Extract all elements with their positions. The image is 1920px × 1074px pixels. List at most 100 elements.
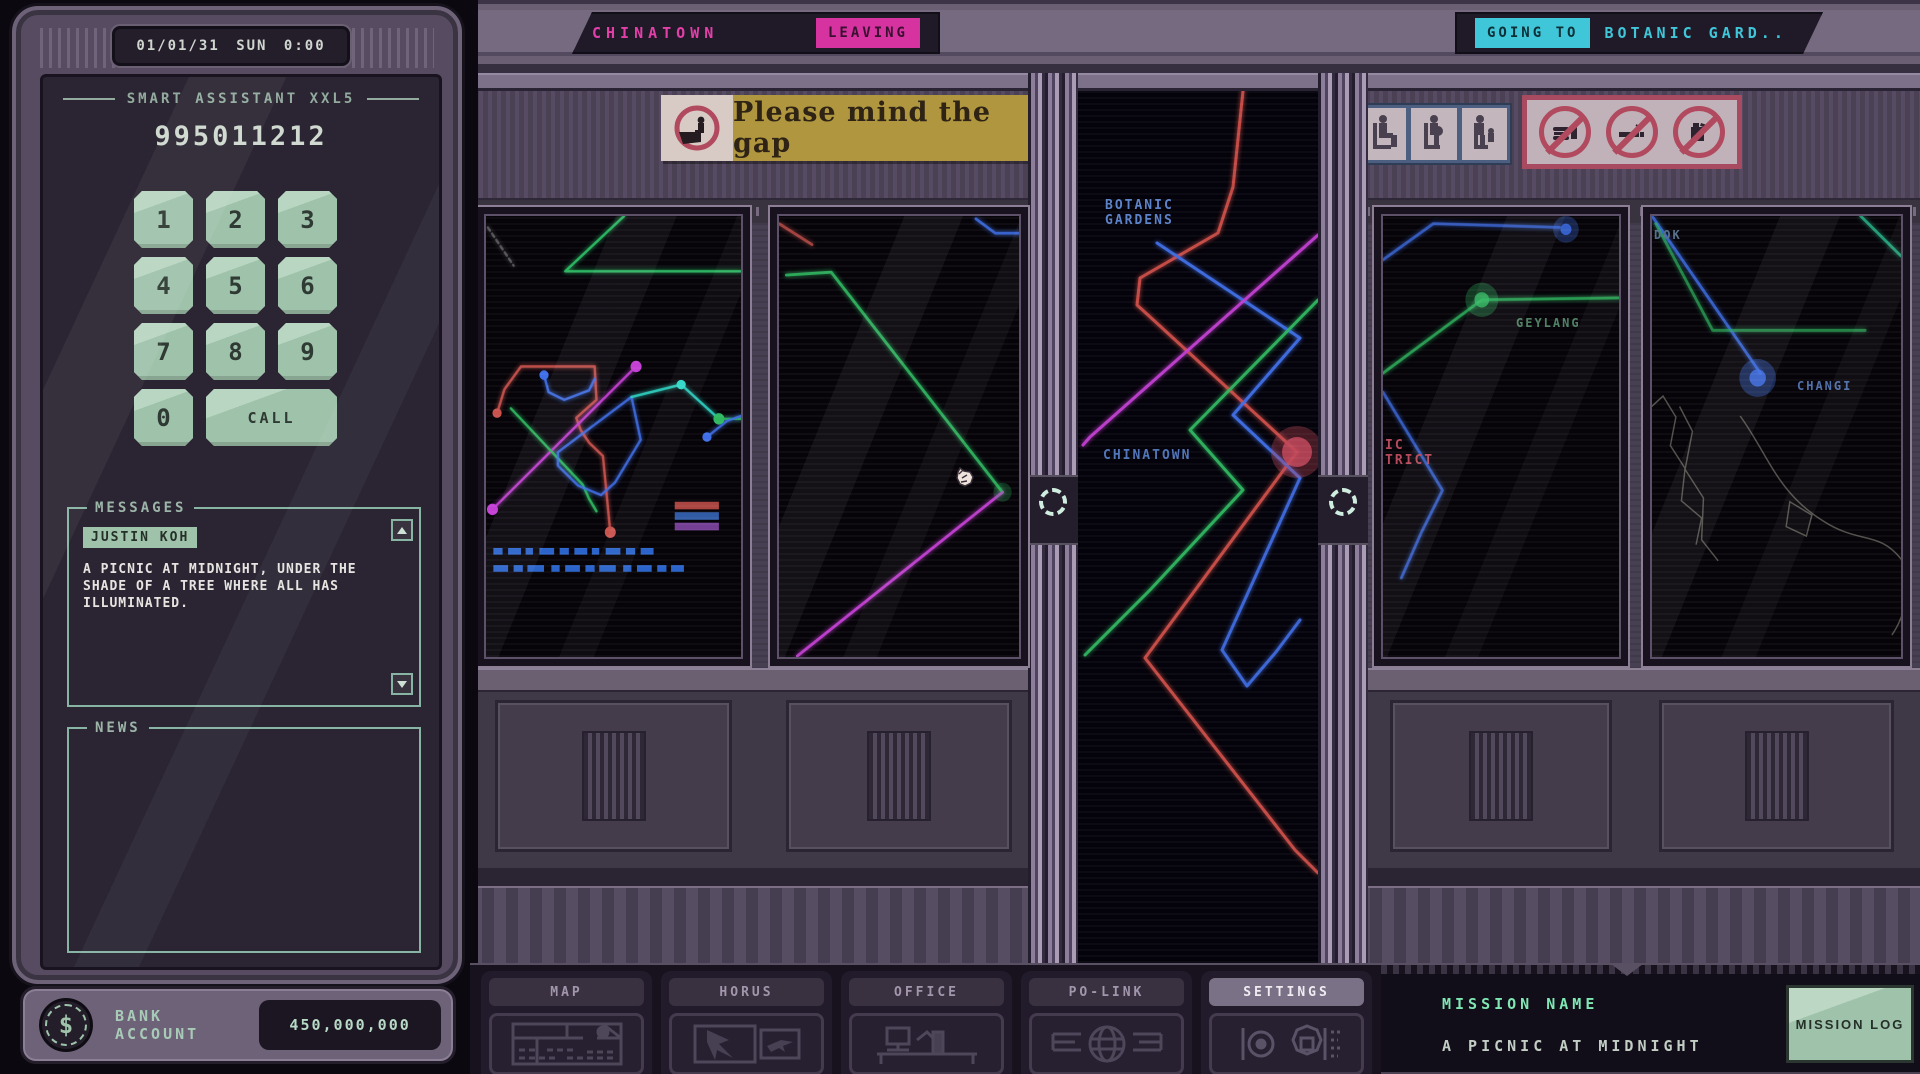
map-station-label-geylang: GEYLANG xyxy=(1516,316,1581,330)
chevron-down-icon xyxy=(397,681,407,688)
no-eating-icon xyxy=(1539,106,1591,158)
keypad-9[interactable]: 9 xyxy=(278,323,337,380)
keypad-6[interactable]: 6 xyxy=(278,257,337,314)
train-door-right xyxy=(1318,73,1368,963)
toolbar-button-map[interactable]: MAP xyxy=(481,971,652,1074)
settings-icon xyxy=(1209,1013,1364,1074)
mission-name: A PICNIC AT MIDNIGHT xyxy=(1442,1037,1703,1055)
keypad-3[interactable]: 3 xyxy=(278,191,337,248)
keypad-8[interactable]: 8 xyxy=(206,323,265,380)
messages-title: MESSAGES xyxy=(87,500,194,516)
map-icon xyxy=(489,1013,644,1074)
no-smoking-icon xyxy=(1606,106,1658,158)
map-button-label: MAP xyxy=(489,978,644,1006)
vent-grille xyxy=(1469,731,1533,821)
mind-the-gap-sign: Please mind the gap xyxy=(661,95,1045,161)
mind-the-gap-icon xyxy=(661,95,733,161)
train-door-left xyxy=(1028,73,1078,963)
dollar-symbol: $ xyxy=(59,1011,73,1039)
current-station-label: CHINATOWN xyxy=(592,24,718,42)
smart-assistant-panel: 01/01/31 SUN 0:00 SMART ASSISTANT XXL5 9… xyxy=(0,0,478,1074)
messages-box: MESSAGES JUSTIN KOH A PICNIC AT MIDNIGHT… xyxy=(67,507,421,707)
neon-metro-lines xyxy=(1383,216,1619,657)
bottom-toolbar: MAP HORUS OFFICE xyxy=(470,963,1920,1074)
phone-title: SMART ASSISTANT XXL5 xyxy=(43,91,439,107)
priority-seat-signs xyxy=(1356,103,1512,165)
keypad-4[interactable]: 4 xyxy=(134,257,193,314)
wall-panel xyxy=(786,700,1012,852)
bank-account-bar: $ BANK ACCOUNT 450,000,000 xyxy=(20,986,456,1064)
map-station-label-partial: DOK xyxy=(1654,228,1682,242)
current-station-sign: CHINATOWN LEAVING xyxy=(572,12,940,54)
news-box: NEWS xyxy=(67,727,421,953)
priority-seat-pregnant-icon xyxy=(1411,108,1456,160)
keypad-0[interactable]: 0 xyxy=(134,389,193,446)
map-station-label-civic-district-partial: IC TRICT xyxy=(1385,438,1434,468)
keypad-1[interactable]: 1 xyxy=(134,191,193,248)
between-cars-map-view: BOTANIC GARDENS CHINATOWN xyxy=(1078,91,1318,963)
keypad-2[interactable]: 2 xyxy=(206,191,265,248)
toolbar-button-settings[interactable]: SETTINGS xyxy=(1201,971,1372,1074)
po-link-button-label: PO-LINK xyxy=(1029,978,1184,1006)
office-icon xyxy=(849,1013,1004,1074)
office-button-label: OFFICE xyxy=(849,978,1004,1006)
phone-body: 01/01/31 SUN 0:00 SMART ASSISTANT XXL5 9… xyxy=(12,6,462,984)
train-window-4: DOK CHANGI xyxy=(1641,205,1912,668)
prohibition-signs xyxy=(1522,95,1742,169)
train-top-strip: CHINATOWN LEAVING GOING TO BOTANIC GARD.… xyxy=(470,0,1920,73)
leaving-status-badge: LEAVING xyxy=(816,18,920,48)
keypad-5[interactable]: 5 xyxy=(206,257,265,314)
keypad-7[interactable]: 7 xyxy=(134,323,193,380)
horus-travel-icon xyxy=(669,1013,824,1074)
horus-button-label: HORUS xyxy=(669,978,824,1006)
mission-panel: MISSION NAME A PICNIC AT MIDNIGHT MISSIO… xyxy=(1381,965,1920,1074)
vent-grille xyxy=(867,731,931,821)
vent-grille xyxy=(582,731,646,821)
bank-balance: 450,000,000 xyxy=(259,1000,441,1050)
wall-panel xyxy=(1659,700,1894,852)
wall-panel xyxy=(1390,700,1612,852)
game-screen: CHINATOWN LEAVING GOING TO BOTANIC GARD.… xyxy=(0,0,1920,1074)
scroll-down-button[interactable] xyxy=(391,673,413,695)
toolbar-button-horus[interactable]: HORUS xyxy=(661,971,832,1074)
hand-cursor xyxy=(950,466,976,496)
panel-edge-ticks xyxy=(1381,965,1920,974)
door-handle[interactable] xyxy=(1039,488,1067,516)
map-station-label-changi: CHANGI xyxy=(1797,379,1852,393)
dollar-coin-icon: $ xyxy=(39,998,93,1052)
dialed-number-display: 995011212 xyxy=(43,121,439,152)
priority-seat-child-icon xyxy=(1462,108,1507,160)
news-title: NEWS xyxy=(87,720,149,736)
phone-title-text: SMART ASSISTANT XXL5 xyxy=(127,91,356,107)
destination-label: BOTANIC GARD.. xyxy=(1604,24,1786,42)
neon-lines xyxy=(779,216,1019,657)
destination-sign: GOING TO BOTANIC GARD.. xyxy=(1455,12,1823,54)
scroll-up-button[interactable] xyxy=(391,519,413,541)
po-link-icon xyxy=(1029,1013,1184,1074)
metro-map-poster xyxy=(486,216,741,657)
train-interior: CHINATOWN LEAVING GOING TO BOTANIC GARD.… xyxy=(470,0,1920,1074)
going-to-badge: GOING TO xyxy=(1475,18,1590,48)
call-button[interactable]: CALL xyxy=(206,389,337,446)
chevron-up-icon xyxy=(397,527,407,534)
train-window-1 xyxy=(475,205,752,668)
mission-name-label: MISSION NAME xyxy=(1442,995,1598,1013)
train-window-3: GEYLANG IC TRICT xyxy=(1372,205,1630,668)
toolbar-button-po-link[interactable]: PO-LINK xyxy=(1021,971,1192,1074)
mission-log-button[interactable]: MISSION LOG xyxy=(1786,985,1914,1063)
vent-grille xyxy=(1745,731,1809,821)
door-handle[interactable] xyxy=(1329,488,1357,516)
panel-notch xyxy=(1611,964,1643,976)
message-body: A PICNIC AT MIDNIGHT, UNDER THE SHADE OF… xyxy=(83,561,383,612)
datetime-display: 01/01/31 SUN 0:00 xyxy=(112,26,350,66)
settings-button-label: SETTINGS xyxy=(1209,978,1364,1006)
message-sender[interactable]: JUSTIN KOH xyxy=(83,527,197,548)
neon-map-and-coastline xyxy=(1652,216,1901,657)
mind-the-gap-text: Please mind the gap xyxy=(733,95,1045,161)
phone-screen: SMART ASSISTANT XXL5 995011212 1 2 3 4 5… xyxy=(40,74,442,970)
scanlines xyxy=(1078,91,1318,963)
bank-account-label: BANK ACCOUNT xyxy=(115,1007,259,1043)
no-flammables-icon xyxy=(1673,106,1725,158)
toolbar-button-office[interactable]: OFFICE xyxy=(841,971,1012,1074)
train-window-2 xyxy=(768,205,1030,668)
